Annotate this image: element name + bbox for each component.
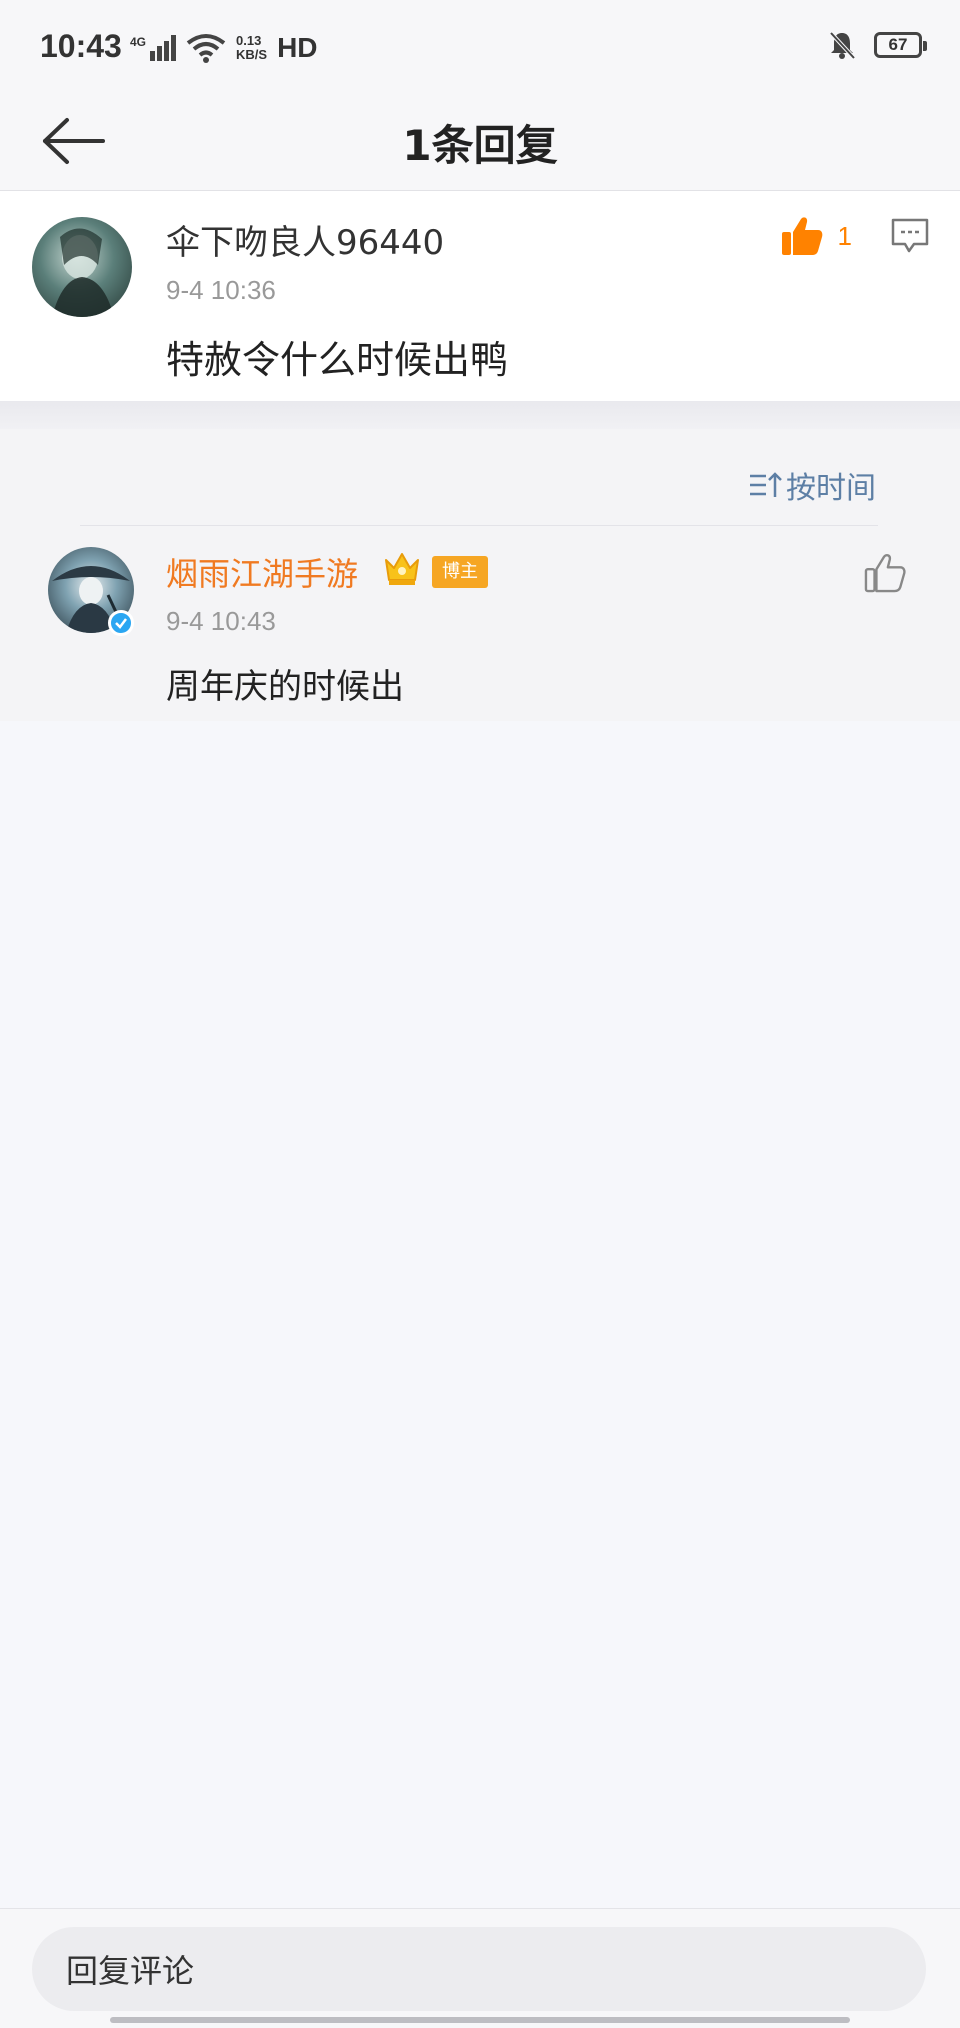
wifi-icon: [186, 34, 226, 63]
status-time: 10:43: [40, 28, 122, 64]
comment-text: 特赦令什么时候出鸭: [166, 338, 509, 382]
reply-section: 按时间 烟雨江湖手游 博主 9-4 10:43 周年庆的时候出: [0, 429, 960, 721]
main-comment: 伞下吻良人96440 9-4 10:36 特赦令什么时候出鸭 1: [0, 191, 960, 401]
blogger-badge: 博主: [432, 556, 488, 588]
mute-bell-icon: [829, 31, 856, 60]
home-indicator[interactable]: [110, 2017, 850, 2023]
avatar-image: [52, 228, 114, 317]
status-right: 67: [828, 30, 927, 60]
reply-comment-button[interactable]: [890, 217, 930, 259]
avatar[interactable]: [32, 217, 132, 317]
hd-indicator: HD: [277, 32, 318, 63]
like-count: 1: [837, 220, 852, 251]
like-button[interactable]: [864, 553, 906, 597]
cell-signal-icon: 4G: [130, 35, 177, 61]
net-speed: 0.13 KB/S: [236, 34, 267, 62]
reply-input-placeholder: 回复评论: [66, 1952, 195, 1990]
user-name[interactable]: 烟雨江湖手游: [166, 549, 358, 595]
net-speed-value: 0.13: [236, 33, 262, 48]
comment-time: 9-4 10:36: [166, 275, 276, 305]
thumbs-up-icon: [864, 554, 906, 593]
net-speed-unit: KB/S: [236, 47, 268, 62]
crown-icon[interactable]: [382, 548, 422, 588]
reply-input[interactable]: 回复评论: [32, 1927, 926, 2011]
verified-badge-icon: [108, 610, 134, 636]
nav-bar: 1条回复: [0, 92, 960, 191]
reply-text: 周年庆的时候出: [166, 667, 404, 707]
status-bar: 10:43 4G 0.13 KB/S HD 67: [0, 0, 960, 92]
battery-level: 67: [888, 35, 908, 54]
composer-bar: 回复评论: [0, 1908, 960, 2028]
battery-icon: 67: [874, 32, 927, 58]
page-title: 1条回复: [402, 121, 558, 170]
comment-bubble-icon: [891, 218, 929, 253]
network-type: 4G: [130, 35, 147, 49]
thumbs-up-icon: [781, 217, 822, 255]
divider: [80, 525, 878, 526]
reply-time: 9-4 10:43: [166, 606, 276, 636]
user-name[interactable]: 伞下吻良人96440: [166, 215, 444, 264]
sort-label: 按时间: [786, 471, 876, 506]
status-indicators: 4G 0.13 KB/S HD: [130, 30, 318, 66]
section-divider: [0, 401, 960, 429]
sort-toggle[interactable]: 按时间: [748, 463, 876, 507]
like-button[interactable]: 1: [780, 215, 852, 257]
sort-icon: [750, 472, 782, 497]
